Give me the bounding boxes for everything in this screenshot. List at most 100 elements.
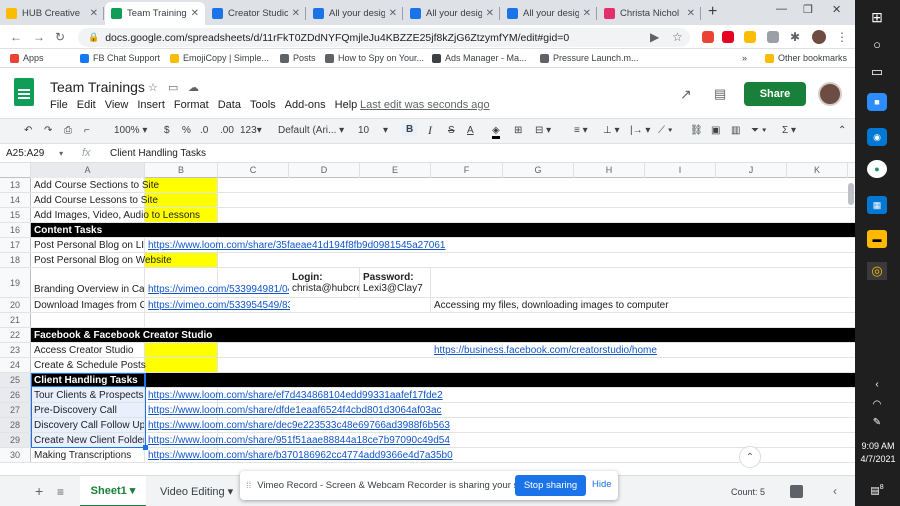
menu-item[interactable]: Add-ons [285, 99, 326, 111]
camera-icon[interactable]: ▶ [650, 30, 659, 44]
close-tab-icon[interactable]: ✕ [191, 8, 199, 19]
notifications-icon[interactable]: ▤8 [867, 479, 887, 497]
row-number[interactable]: 22 [0, 328, 31, 342]
share-button[interactable]: Share [744, 82, 806, 106]
collapse-toolbar-icon[interactable]: ⌃ [838, 125, 846, 136]
wifi-icon[interactable]: ◠ [867, 396, 887, 414]
cell-f-link[interactable]: https://business.facebook.com/creatorstu… [431, 343, 657, 357]
activity-trend-icon[interactable]: ↗ [680, 86, 692, 103]
cell-a[interactable]: Add Course Lessons to Site [31, 193, 158, 207]
file-explorer-icon[interactable]: ▬ [867, 230, 887, 248]
doc-title[interactable]: Team Trainings [50, 79, 145, 95]
pinterest-icon[interactable] [722, 31, 734, 43]
windows-start-icon[interactable]: ⊞ [867, 8, 887, 26]
cell-e[interactable]: Password: Lexi3@Clay7 [360, 268, 431, 297]
functions-icon[interactable]: Σ ▾ [782, 125, 796, 136]
cell-a[interactable]: Access Creator Studio [31, 343, 145, 357]
fill-handle[interactable] [143, 445, 148, 450]
more-formats-button[interactable]: 123▾ [240, 125, 262, 136]
drag-handle-icon[interactable]: ⁞⁞ [246, 480, 251, 491]
restore-icon[interactable]: ❐ [803, 3, 813, 16]
paint-format-icon[interactable]: ⌐ [84, 125, 90, 136]
menu-item[interactable]: Data [218, 99, 241, 111]
insert-link-icon[interactable]: ⛓ [690, 125, 703, 136]
print-icon[interactable]: ⎙ [64, 125, 72, 136]
back-icon[interactable]: ← [10, 30, 22, 44]
column-header[interactable]: C [218, 163, 289, 178]
sheet-tab-active[interactable]: Sheet1 ▾ [80, 476, 146, 506]
more-menu-icon[interactable]: ⋮ [836, 30, 848, 44]
column-header[interactable]: H [574, 163, 645, 178]
column-header[interactable]: E [360, 163, 431, 178]
borders-icon[interactable]: ⊞ [514, 125, 522, 136]
cell-a[interactable]: Download Images from Ca [31, 298, 145, 312]
bold-icon[interactable]: B [402, 123, 418, 136]
row-number[interactable]: 21 [0, 313, 31, 327]
cell-a[interactable]: Tour Clients & Prospects S [31, 388, 145, 402]
column-header[interactable]: F [431, 163, 503, 178]
scroll-up-button[interactable]: ⌃ [739, 446, 761, 468]
close-tab-icon[interactable]: ✕ [389, 8, 397, 19]
name-box[interactable]: A25:A29 ▾ [6, 148, 63, 159]
cell-a[interactable]: Facebook & Facebook Creator Studio [31, 328, 212, 342]
cell-a[interactable]: Add Images, Video, Audio to Lessons [31, 208, 200, 222]
row-number[interactable]: 29 [0, 433, 31, 447]
row-number[interactable]: 18 [0, 253, 31, 267]
column-header[interactable]: G [503, 163, 574, 178]
system-clock[interactable]: 9:09 AM 4/7/2021 [857, 440, 899, 466]
cell-b[interactable] [145, 358, 218, 372]
increase-decimal-button[interactable]: .00 [220, 125, 234, 136]
cell-a[interactable]: Post Personal Blog on Website [31, 253, 172, 267]
new-tab-button[interactable]: + [708, 3, 717, 21]
profile-avatar[interactable] [812, 30, 826, 44]
zoom-app-icon[interactable]: ■ [867, 93, 887, 111]
show-hidden-icons-icon[interactable]: ‹ [867, 376, 887, 394]
cell-a[interactable]: Client Handling Tasks [31, 373, 145, 387]
side-panel-toggle-icon[interactable]: ‹ [833, 484, 837, 498]
row-number[interactable]: 16 [0, 223, 31, 237]
browser-tab[interactable]: Team Training ✕ [105, 2, 205, 25]
extension-icon[interactable] [767, 31, 779, 43]
merge-cells-icon[interactable]: ⊟ ▾ [535, 125, 551, 136]
menu-item[interactable]: View [105, 99, 129, 111]
sheet-tab-video-editing[interactable]: Video Editing ▾ [160, 485, 233, 498]
forward-icon[interactable]: → [33, 30, 45, 44]
formula-input[interactable]: Client Handling Tasks [110, 148, 206, 159]
close-tab-icon[interactable]: ✕ [486, 8, 494, 19]
close-window-icon[interactable]: ✕ [832, 3, 841, 16]
cell-a[interactable]: Making Transcriptions [31, 448, 145, 462]
cell-b-link[interactable]: https://www.loom.com/share/dfde1eaaf6524… [145, 403, 442, 417]
insert-chart-icon[interactable]: ▥ [731, 125, 740, 136]
cell-a[interactable]: Post Personal Blog on LI [31, 238, 145, 252]
add-sheet-button[interactable]: + [35, 483, 43, 499]
cell-b-link[interactable]: https://www.loom.com/share/b370186962cc4… [145, 448, 453, 462]
bookmark-item[interactable]: FB Chat Support [80, 53, 160, 63]
cell-d[interactable]: Login:christa@hubcrea [289, 268, 360, 297]
cell-a[interactable]: Pre-Discovery Call [31, 403, 145, 417]
text-color-icon[interactable]: A [467, 125, 474, 136]
close-tab-icon[interactable]: ✕ [90, 8, 98, 19]
currency-button[interactable]: $ [164, 125, 170, 136]
bookmark-item[interactable]: How to Spy on Your... [325, 53, 424, 63]
row-number[interactable]: 25 [0, 373, 31, 387]
menu-item[interactable]: Edit [77, 99, 96, 111]
outlook-icon[interactable]: ◉ [867, 128, 887, 146]
redo-icon[interactable]: ↷ [44, 125, 52, 136]
column-header[interactable]: B [145, 163, 218, 178]
bookmark-item[interactable]: Ads Manager - Ma... [432, 53, 527, 63]
close-tab-icon[interactable]: ✕ [292, 8, 300, 19]
all-sheets-icon[interactable]: ≡ [57, 485, 64, 499]
vertical-align-icon[interactable]: ⊥ ▾ [603, 125, 620, 136]
puzzle-icon[interactable]: ✱ [790, 30, 800, 44]
close-tab-icon[interactable]: ✕ [583, 8, 591, 19]
extension-icon[interactable] [702, 31, 714, 43]
cell-a[interactable]: Discovery Call Follow Up [31, 418, 145, 432]
percent-button[interactable]: % [182, 125, 191, 136]
bookmark-item[interactable]: EmojiCopy | Simple... [170, 53, 269, 63]
column-header[interactable]: I [645, 163, 716, 178]
cell-b-link[interactable]: https://www.loom.com/share/dec9e223533c4… [145, 418, 450, 432]
bookmark-item[interactable]: Apps [10, 53, 44, 63]
row-number[interactable]: 30 [0, 448, 31, 462]
vertical-scrollbar[interactable] [848, 183, 854, 205]
cell-b-link[interactable]: https://vimeo.com/533994981/046 [145, 268, 299, 297]
